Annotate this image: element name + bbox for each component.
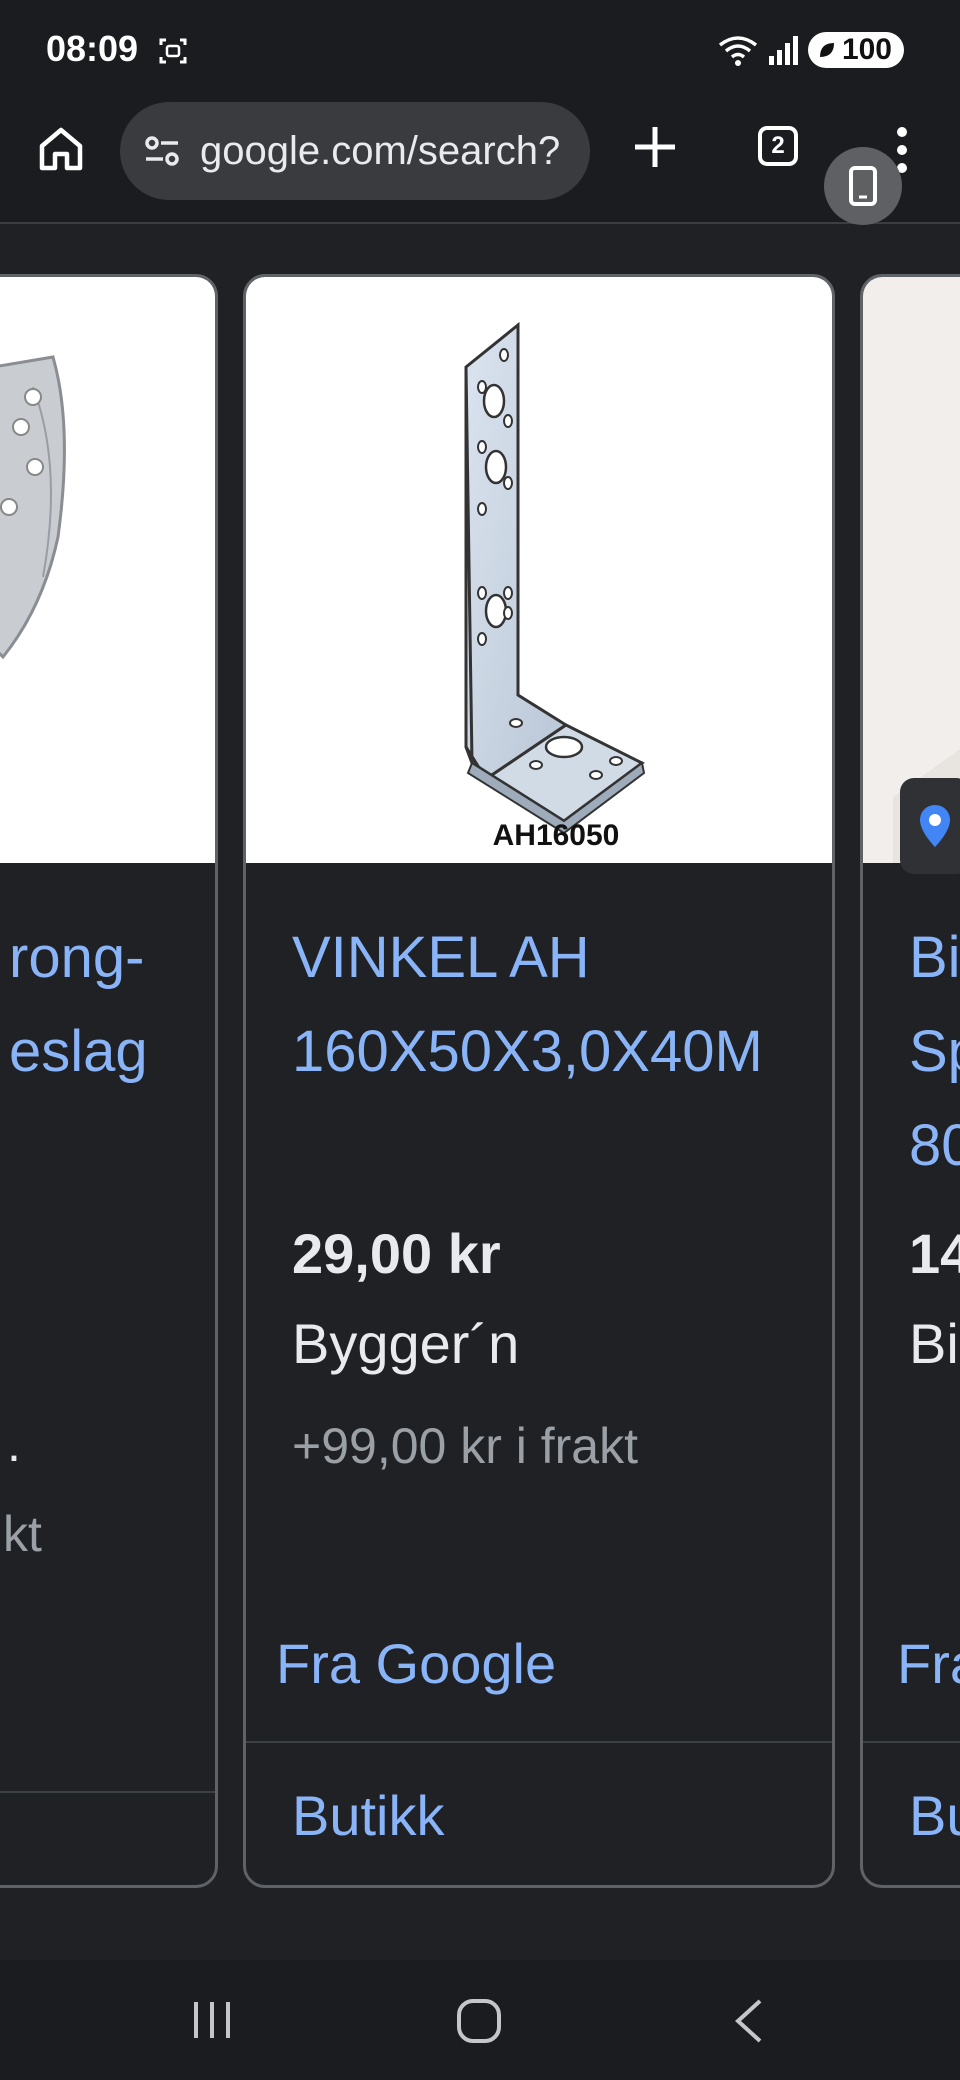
product-title: 160X50X3,0X40M [292, 1019, 763, 1084]
product-image: AH16050 [246, 277, 832, 863]
system-nav-bar [0, 1960, 960, 2080]
home-icon[interactable] [36, 124, 86, 174]
mobile-view-icon [849, 166, 877, 206]
product-title: Sp [909, 1019, 960, 1084]
status-time: 08:09 [46, 28, 139, 69]
battery-level: 100 [841, 33, 892, 66]
browser-toolbar: google.com/search? 2 [0, 100, 960, 224]
mobile-view-button[interactable] [824, 147, 902, 225]
more-vert-icon[interactable] [896, 126, 908, 174]
product-card[interactable]: Bi Sp 80 14 Bi Fra Bu [860, 274, 960, 1888]
tab-switcher-button[interactable]: 2 [758, 126, 798, 166]
product-card[interactable]: AH16050 VINKEL AH 160X50X3,0X40M 29,00 k… [243, 274, 835, 1888]
product-title: rong- [9, 925, 145, 990]
product-title: 80 [909, 1113, 960, 1178]
home-nav-icon[interactable] [456, 1998, 502, 2044]
tab-count: 2 [771, 132, 785, 159]
location-pin-button[interactable] [900, 778, 960, 874]
product-image [863, 277, 960, 863]
card-divider [863, 1741, 960, 1743]
product-image-caption: AH16050 [493, 819, 620, 852]
product-shipping: +99,00 kr i frakt [292, 1418, 638, 1474]
battery-saver-icon [819, 43, 834, 57]
url-text: google.com/search? [200, 128, 561, 173]
recents-icon[interactable] [190, 1998, 234, 2042]
product-card[interactable]: rong- eslag . kt [0, 274, 218, 1888]
back-icon[interactable] [734, 1998, 764, 2044]
product-store: Bi [909, 1312, 959, 1375]
product-title: eslag [9, 1019, 148, 1084]
product-source[interactable]: Fra Google [276, 1631, 556, 1696]
card-divider [246, 1741, 832, 1743]
product-shipping: kt [3, 1506, 42, 1562]
product-image [0, 277, 215, 863]
product-title: VINKEL AH [292, 925, 590, 990]
shopping-results-carousel: rong- eslag . kt AH16050 VINKEL AH 160X5… [0, 224, 960, 1960]
status-indicators: 100 [718, 30, 904, 70]
product-shipping: . [7, 1416, 21, 1472]
location-pin-icon [920, 805, 950, 847]
product-source[interactable]: Fra [897, 1631, 960, 1696]
screenshot-icon [159, 38, 187, 64]
wifi-icon [718, 36, 758, 66]
tune-icon[interactable] [142, 131, 182, 171]
battery-indicator: 100 [807, 32, 904, 68]
shop-button[interactable]: Butikk [292, 1783, 445, 1848]
status-bar: 08:09 100 [0, 0, 960, 100]
product-store: Bygger´n [292, 1312, 520, 1375]
product-title: Bi [909, 925, 960, 990]
signal-icon [768, 36, 798, 65]
product-price: 29,00 kr [292, 1222, 501, 1285]
new-tab-icon[interactable] [632, 124, 678, 170]
card-divider [0, 1791, 215, 1793]
product-price: 14 [909, 1222, 960, 1285]
address-bar[interactable]: google.com/search? [120, 102, 590, 200]
shop-button[interactable]: Bu [909, 1783, 960, 1848]
